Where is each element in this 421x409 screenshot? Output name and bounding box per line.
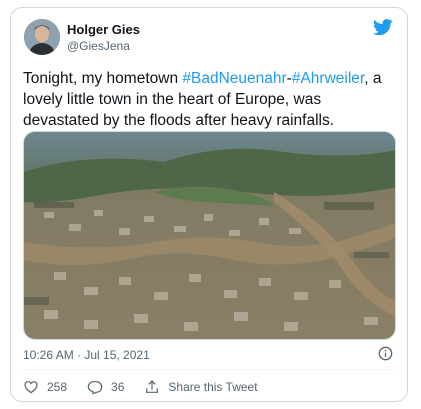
like-count: 258 [47, 380, 68, 394]
avatar[interactable] [24, 19, 60, 55]
divider [23, 369, 395, 370]
tweet-text: Tonight, my hometown #BadNeuenahr-#Ahrwe… [23, 70, 382, 129]
tweet-photo[interactable] [23, 131, 396, 340]
reply-count: 36 [111, 380, 125, 394]
hashtag-link[interactable]: #BadNeuenahr [182, 70, 286, 87]
heart-icon [24, 381, 38, 394]
author-handle[interactable]: @GiesJena [67, 39, 130, 53]
reply-icon [87, 381, 103, 395]
reply-button[interactable]: 36 [87, 379, 124, 395]
twitter-bird-icon[interactable] [372, 19, 393, 36]
share-label: Share this Tweet [168, 380, 258, 394]
author-name[interactable]: Holger Gies [67, 22, 140, 37]
share-button[interactable]: Share this Tweet [144, 379, 258, 395]
tweet-card[interactable]: Holger Gies @GiesJena Tonight, my hometo… [10, 7, 408, 402]
tweet-timestamp[interactable]: 10:26 AM · Jul 15, 2021 [23, 348, 150, 362]
info-icon[interactable] [378, 346, 393, 361]
hashtag-link[interactable]: #Ahrweiler [292, 70, 364, 87]
like-button[interactable]: 258 [23, 379, 67, 395]
share-icon [146, 380, 159, 393]
action-bar: 258 36 Share this Tweet [23, 377, 278, 397]
